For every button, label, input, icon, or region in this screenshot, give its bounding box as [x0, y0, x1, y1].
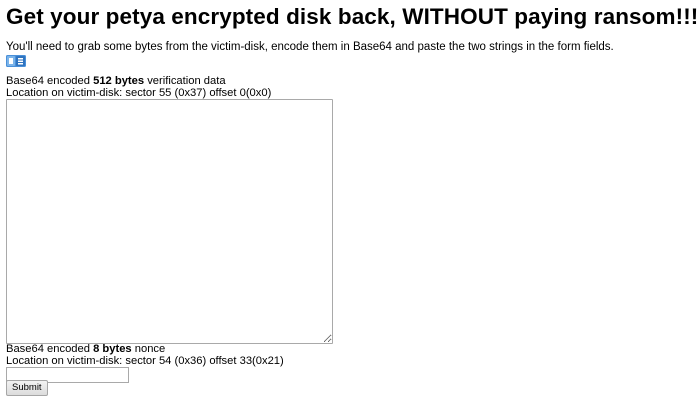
nonce-location: Location on victim-disk: sector 54 (0x36… — [6, 355, 284, 367]
nonce-label-bold: 8 bytes — [93, 343, 132, 355]
language-flag-icon[interactable] — [6, 54, 26, 67]
verification-label-suffix: verification data — [144, 75, 226, 87]
verification-location: Location on victim-disk: sector 55 (0x37… — [6, 87, 272, 99]
submit-button[interactable]: Submit — [6, 380, 48, 396]
verification-label: Base64 encoded 512 bytes verification da… — [6, 75, 226, 87]
nonce-label-suffix: nonce — [131, 343, 166, 355]
verification-label-prefix: Base64 encoded — [6, 75, 94, 87]
verification-data-textarea[interactable] — [6, 99, 333, 344]
verification-label-bold: 512 bytes — [93, 75, 145, 87]
nonce-label-prefix: Base64 encoded — [6, 343, 94, 355]
page-title: Get your petya encrypted disk back, WITH… — [6, 4, 699, 29]
nonce-label: Base64 encoded 8 bytes nonce — [6, 343, 165, 355]
intro-text: You'll need to grab some bytes from the … — [6, 41, 614, 53]
